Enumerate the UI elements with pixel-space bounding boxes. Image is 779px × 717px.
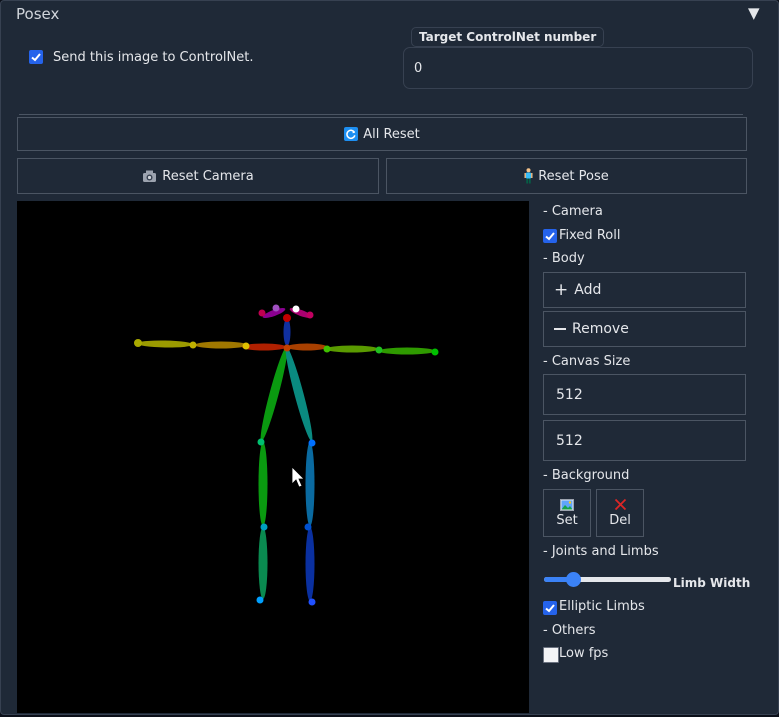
collapse-toggle-icon[interactable]: ▼	[748, 4, 760, 22]
canvas-height-value: 512	[556, 432, 583, 449]
set-background-button[interactable]: Set	[543, 489, 591, 537]
low-fps-label: Low fps	[559, 646, 609, 661]
posex-panel: Posex ▼ Send this image to ControlNet. 0…	[0, 0, 779, 715]
target-controlnet-number-value: 0	[414, 61, 423, 76]
person-icon	[524, 168, 533, 184]
mouse-cursor-icon	[291, 466, 305, 488]
canvas-height-input[interactable]: 512	[543, 420, 746, 461]
divider	[19, 114, 743, 115]
reset-camera-button[interactable]: Reset Camera	[17, 158, 379, 194]
fixed-roll-label: Fixed Roll	[559, 228, 621, 243]
remove-body-button[interactable]: Remove	[543, 311, 746, 347]
set-background-label: Set	[556, 512, 578, 528]
pose-canvas[interactable]	[17, 201, 529, 713]
camera-icon	[143, 170, 157, 182]
reset-camera-label: Reset Camera	[162, 168, 254, 184]
canvas-size-heading: - Canvas Size	[543, 354, 631, 369]
target-controlnet-number-label: Target ControlNet number	[411, 27, 605, 47]
remove-body-label: Remove	[572, 321, 629, 337]
delete-background-button[interactable]: Del	[596, 489, 644, 537]
reset-pose-label: Reset Pose	[538, 168, 609, 184]
fixed-roll-checkbox[interactable]	[543, 229, 557, 243]
send-to-controlnet-label: Send this image to ControlNet.	[53, 50, 254, 65]
reset-pose-button[interactable]: Reset Pose	[386, 158, 747, 194]
others-heading: - Others	[543, 623, 596, 638]
send-to-controlnet-checkbox[interactable]	[29, 50, 43, 64]
minus-icon	[554, 328, 566, 330]
refresh-icon	[344, 127, 359, 141]
limb-width-slider-thumb[interactable]	[566, 572, 581, 587]
pose-skeleton	[134, 304, 439, 606]
add-body-button[interactable]: + Add	[543, 272, 746, 308]
body-heading: - Body	[543, 251, 585, 266]
all-reset-button[interactable]: All Reset	[17, 117, 747, 151]
target-controlnet-number-field[interactable]: 0	[403, 47, 753, 89]
close-icon	[614, 498, 626, 511]
background-heading: - Background	[543, 468, 630, 483]
delete-background-label: Del	[609, 513, 631, 528]
limb-width-label: Limb Width	[673, 576, 751, 590]
low-fps-checkbox[interactable]	[543, 647, 559, 663]
canvas-width-value: 512	[556, 386, 583, 403]
camera-heading: - Camera	[543, 204, 603, 219]
add-body-label: Add	[574, 282, 602, 298]
canvas-width-input[interactable]: 512	[543, 374, 746, 415]
panel-title: Posex	[16, 5, 60, 23]
all-reset-label: All Reset	[363, 126, 420, 142]
elliptic-limbs-label: Elliptic Limbs	[559, 599, 645, 614]
joints-limbs-heading: - Joints and Limbs	[543, 544, 659, 559]
plus-icon: +	[554, 279, 569, 300]
elliptic-limbs-checkbox[interactable]	[543, 601, 557, 615]
image-icon	[560, 498, 574, 511]
